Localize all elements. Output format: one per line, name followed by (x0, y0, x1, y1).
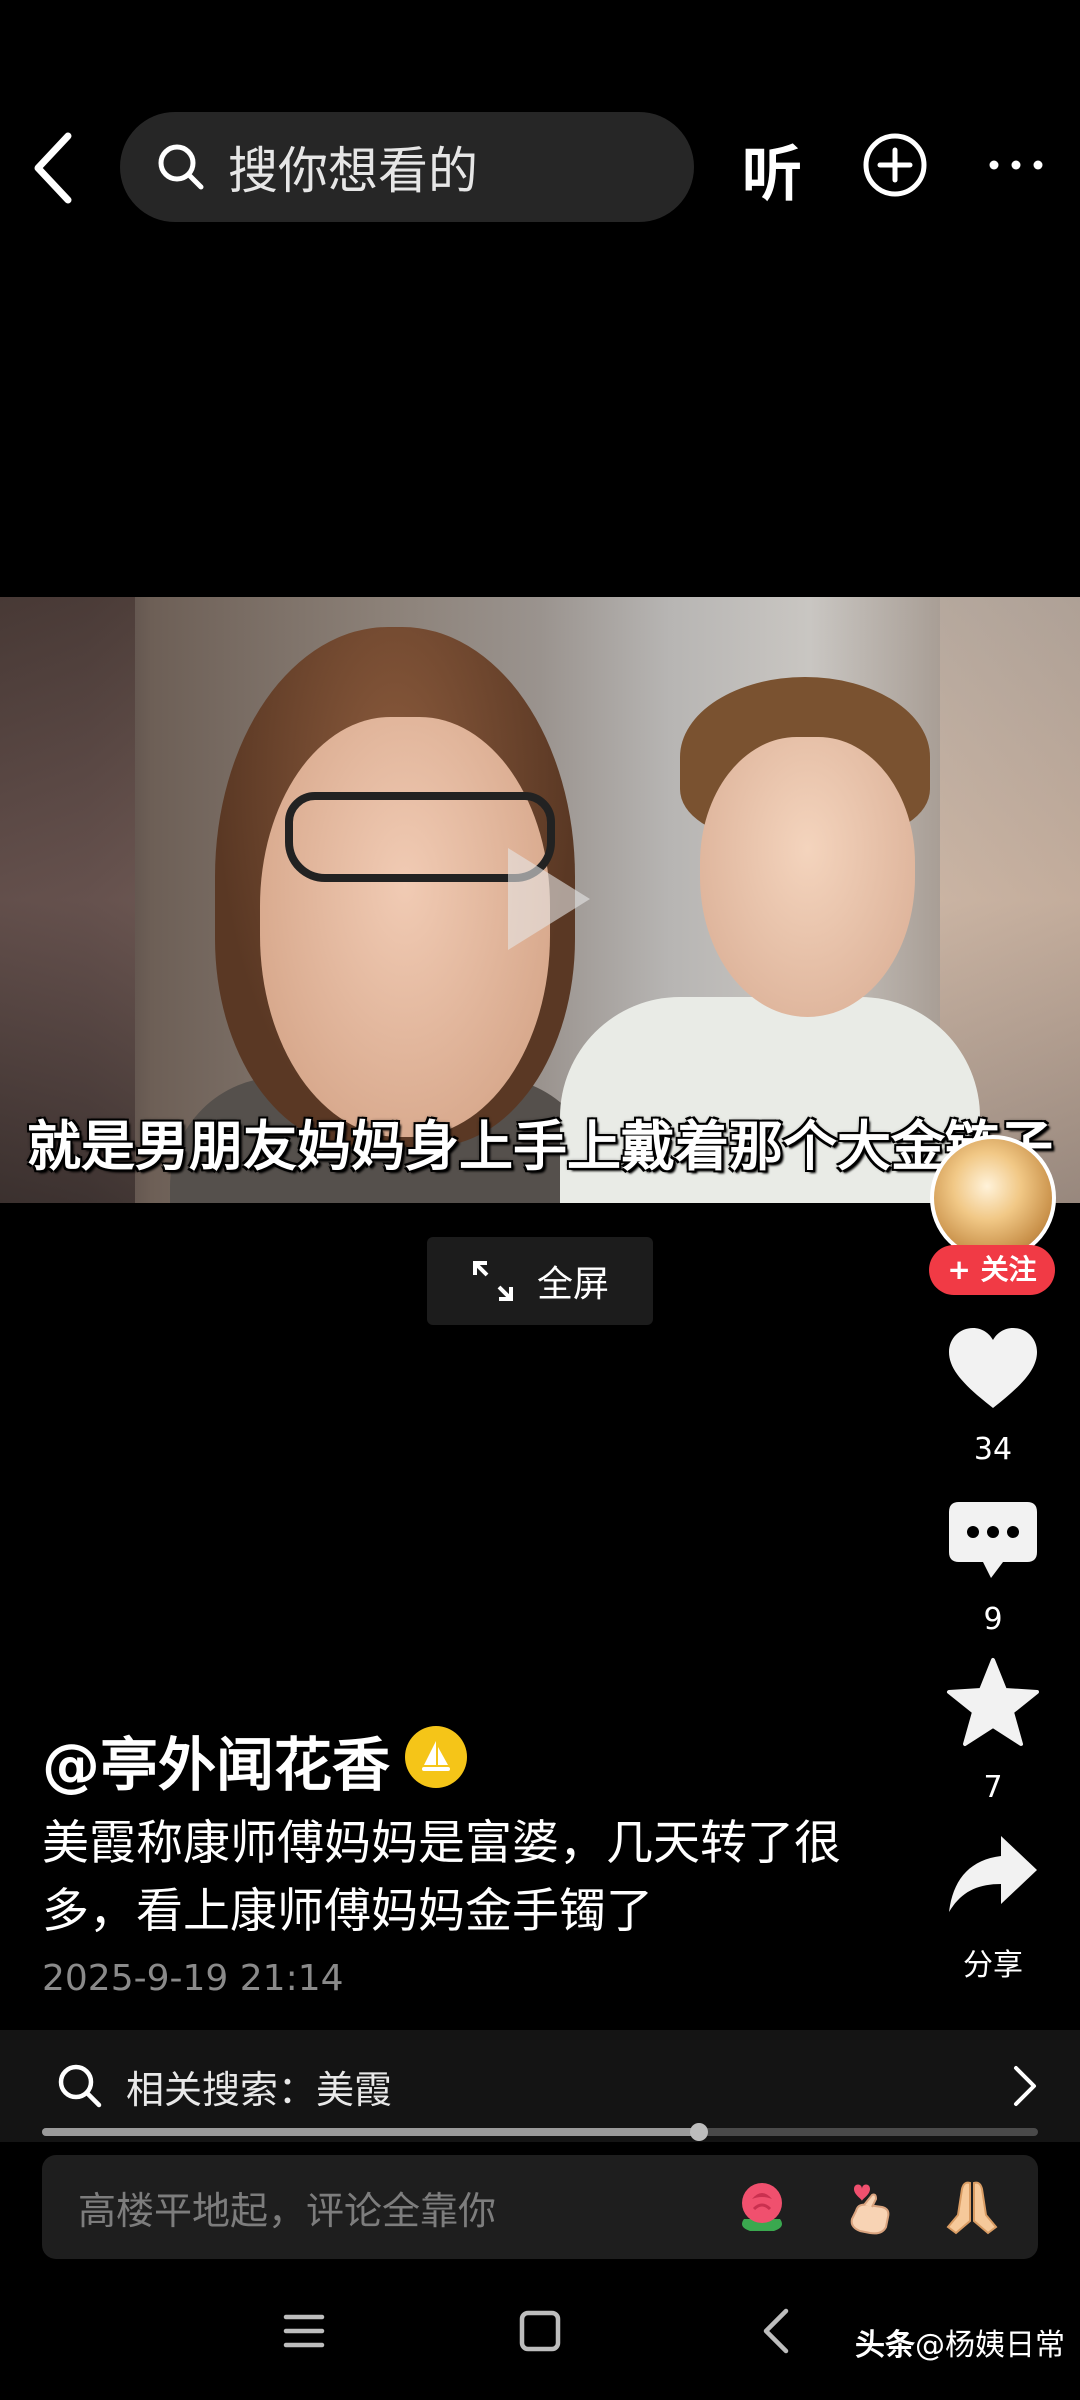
video-person-face-2 (700, 737, 915, 1017)
star-icon[interactable] (945, 1656, 1041, 1752)
menu-icon[interactable] (278, 2305, 330, 2357)
comment-icon[interactable] (945, 1494, 1041, 1590)
more-options-icon[interactable] (988, 150, 1044, 180)
author-avatar[interactable] (930, 1135, 1056, 1261)
comment-count: 9 (983, 1602, 1003, 1637)
video-player[interactable]: 就是男朋友妈妈身上手上戴着那个大金链子 (0, 597, 1080, 1203)
share-icon[interactable] (945, 1826, 1041, 1922)
fullscreen-label: 全屏 (537, 1264, 610, 1305)
chevron-right-icon (1014, 2066, 1036, 2106)
home-square-icon[interactable] (514, 2305, 566, 2357)
video-progress-bar[interactable] (42, 2123, 1038, 2141)
watermark-brand: 头条 (855, 2328, 915, 2363)
rose-emoji-icon[interactable] (730, 2175, 794, 2239)
fullscreen-button[interactable]: 全屏 (427, 1237, 653, 1325)
like-count: 34 (973, 1432, 1013, 1467)
heart-icon[interactable] (945, 1322, 1041, 1418)
share-label[interactable]: 分享 (910, 1940, 1076, 1984)
search-icon (158, 144, 204, 190)
favorite-count: 7 (983, 1770, 1003, 1805)
add-circle-icon[interactable] (862, 132, 928, 198)
comment-placeholder: 高楼平地起，评论全靠你 (78, 2188, 497, 2233)
video-progress-fill (42, 2128, 700, 2136)
video-subtitle: 就是男朋友妈妈身上手上戴着那个大金链子 (27, 1115, 1053, 1178)
search-placeholder: 搜你想看的 (228, 142, 478, 200)
pray-emoji-icon[interactable] (940, 2175, 1004, 2239)
finger-heart-emoji-icon[interactable] (836, 2175, 900, 2239)
related-search-label: 相关搜索：美霞 (126, 2067, 393, 2112)
listen-button[interactable]: 听 (742, 126, 802, 213)
back-arrow-icon[interactable] (28, 128, 78, 208)
watermark: 头条@杨姨日常 (855, 2320, 1065, 2364)
related-search-bar[interactable]: 相关搜索：美霞 (0, 2030, 1080, 2142)
creator-badge-icon (405, 1726, 467, 1788)
search-bar[interactable]: 搜你想看的 (120, 112, 694, 222)
play-icon[interactable] (500, 844, 595, 954)
post-date: 2025-9-19 21:14 (42, 1958, 344, 1999)
watermark-account: @杨姨日常 (915, 2328, 1065, 2363)
follow-button[interactable]: + 关注 (929, 1245, 1055, 1295)
system-back-icon[interactable] (752, 2305, 804, 2357)
author-name[interactable]: @亭外闻花香 (42, 1718, 390, 1802)
expand-icon (473, 1261, 513, 1301)
search-icon (58, 2064, 102, 2108)
post-description: 美霞称康师傅妈妈是富婆，几天转了很多，看上康师傅妈妈金手镯了 (42, 1816, 841, 1939)
